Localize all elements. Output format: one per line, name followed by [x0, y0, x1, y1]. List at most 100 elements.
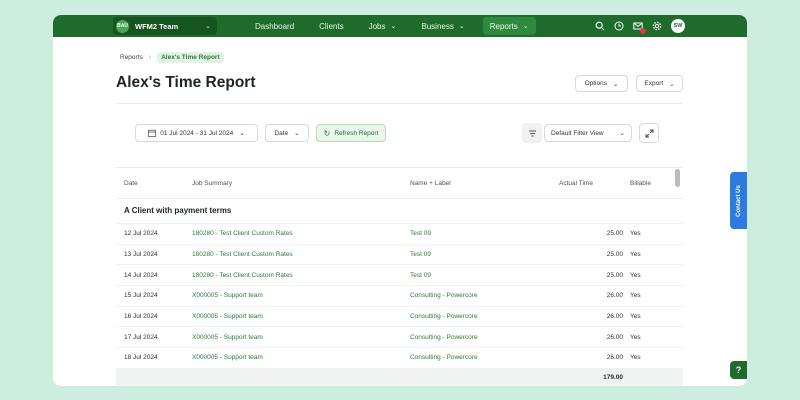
nav-business[interactable]: Business ⌄: [421, 17, 464, 35]
cell-time: 25.00: [606, 230, 623, 238]
table-row: 13 Jul 2024 180280 - Test Client Custom …: [116, 243, 683, 265]
calendar-icon: [148, 129, 157, 137]
nav-dashboard-label: Dashboard: [255, 21, 295, 31]
table-header: Date Job Summary Name + Label Actual Tim…: [116, 168, 683, 199]
cell-name-link[interactable]: Consulting - Powercore: [410, 334, 478, 341]
cell-name-link[interactable]: Test 09: [410, 272, 431, 279]
cell-name-link[interactable]: Test 09: [410, 251, 431, 258]
app-window: BAU WFM2 Team ⌄ Dashboard Clients Jobs ⌄ …: [53, 15, 747, 386]
expand-icon[interactable]: [639, 123, 659, 143]
nav-links: Dashboard Clients Jobs ⌄ Business ⌄ Report…: [255, 17, 561, 35]
chevron-down-icon: ⌄: [390, 23, 397, 30]
cell-billable: Yes: [630, 354, 641, 362]
filter-bar: 01 Jul 2024 - 31 Jul 2024 ⌄ Date ⌄ ↻ Refre…: [135, 123, 664, 145]
nav-reports[interactable]: Reports ⌄: [482, 17, 536, 35]
options-button[interactable]: Options ⌄: [575, 75, 628, 92]
cell-name-link[interactable]: Consulting - Powercore: [410, 354, 478, 361]
cell-date: 13 Jul 2024: [124, 251, 158, 259]
cell-time: 26.00: [606, 292, 623, 300]
refresh-icon: ↻: [323, 128, 331, 138]
chevron-down-icon: ⌄: [205, 23, 211, 30]
header-job-summary[interactable]: Job Summary: [192, 180, 232, 187]
nav-reports-label: Reports: [489, 21, 518, 31]
clock-icon[interactable]: [613, 20, 625, 32]
cell-job-link[interactable]: 180280 - Test Client Custom Rates: [192, 251, 293, 258]
total-row: 179.00: [116, 367, 683, 386]
filter-view-value: Default Filter View: [551, 129, 604, 137]
nav-dashboard[interactable]: Dashboard: [255, 17, 294, 35]
table-row: 14 Jul 2024 180280 - Test Client Custom …: [116, 264, 683, 285]
top-navigation: BAU WFM2 Team ⌄ Dashboard Clients Jobs ⌄ …: [53, 15, 747, 37]
cell-job-link[interactable]: X000005 - Support team: [192, 292, 263, 299]
cell-billable: Yes: [630, 251, 641, 259]
nav-jobs-label: Jobs: [368, 21, 386, 31]
help-button[interactable]: ?: [730, 361, 747, 379]
table-row: 18 Jul 2024 X000005 - Support team Consu…: [116, 347, 683, 368]
divider: [116, 103, 683, 104]
cell-date: 18 Jul 2024: [124, 354, 158, 362]
export-button[interactable]: Export ⌄: [636, 75, 683, 92]
settings-icon[interactable]: [651, 20, 663, 32]
refresh-label: Refresh Report: [334, 129, 379, 137]
table-row: 15 Jul 2024 X000005 - Support team Consu…: [116, 285, 683, 306]
cell-date: 14 Jul 2024: [124, 271, 158, 279]
table-row: 12 Jul 2024 180280 - Test Client Custom …: [116, 223, 683, 244]
date-filter-label: Date: [274, 129, 289, 137]
team-logo: BAU: [116, 19, 129, 33]
cell-job-link[interactable]: 180280 - Test Client Custom Rates: [192, 272, 293, 279]
nav-jobs[interactable]: Jobs ⌄: [369, 17, 397, 35]
header-name-label[interactable]: Name + Label: [410, 180, 451, 187]
cell-date: 17 Jul 2024: [124, 333, 158, 341]
cell-billable: Yes: [630, 313, 641, 321]
cell-job-link[interactable]: X000005 - Support team: [192, 313, 263, 320]
nav-business-label: Business: [421, 21, 454, 31]
team-name: WFM2 Team: [135, 21, 179, 31]
date-range-picker[interactable]: 01 Jul 2024 - 31 Jul 2024 ⌄: [135, 124, 258, 142]
mail-icon[interactable]: [632, 20, 646, 34]
nav-clients[interactable]: Clients: [319, 17, 343, 35]
page-title: Alex's Time Report: [116, 74, 256, 91]
cell-date: 15 Jul 2024: [124, 292, 158, 300]
cell-date: 16 Jul 2024: [124, 313, 158, 321]
table-row: 17 Jul 2024 X000005 - Support team Consu…: [116, 326, 683, 347]
table-row: 16 Jul 2024 X000005 - Support team Consu…: [116, 305, 683, 327]
cell-time: 25.00: [606, 271, 623, 279]
date-filter-button[interactable]: Date ⌄: [265, 124, 309, 142]
report-content: Reports › Alex's Time Report Alex's Time…: [116, 37, 683, 386]
cell-time: 26.00: [606, 354, 623, 362]
cell-time: 25.00: [606, 251, 623, 259]
cell-job-link[interactable]: 180280 - Test Client Custom Rates: [192, 230, 293, 237]
contact-us-tab[interactable]: Contact Us: [730, 172, 747, 229]
total-time: 179.00: [603, 374, 623, 382]
breadcrumb-current: Alex's Time Report: [157, 52, 224, 63]
header-actual-time[interactable]: Actual Time: [559, 180, 593, 187]
team-switcher[interactable]: BAU WFM2 Team ⌄: [113, 17, 217, 35]
chevron-down-icon: ⌄: [239, 130, 245, 137]
cell-time: 26.00: [606, 313, 623, 321]
cell-billable: Yes: [630, 333, 641, 341]
search-icon[interactable]: [594, 20, 606, 32]
breadcrumb: Reports › Alex's Time Report: [120, 52, 224, 63]
chevron-right-icon: ›: [148, 54, 152, 61]
cell-name-link[interactable]: Consulting - Powercore: [410, 292, 478, 299]
filter-view-select[interactable]: Default Filter View ⌄: [544, 124, 632, 142]
cell-name-link[interactable]: Consulting - Powercore: [410, 313, 478, 320]
breadcrumb-reports[interactable]: Reports: [120, 54, 143, 61]
cell-billable: Yes: [630, 292, 641, 300]
refresh-report-button[interactable]: ↻ Refresh Report: [316, 124, 386, 142]
chevron-down-icon: ⌄: [458, 23, 465, 30]
header-billable[interactable]: Billable: [630, 180, 651, 187]
chevron-down-icon: ⌄: [669, 80, 675, 88]
chevron-down-icon: ⌄: [522, 23, 529, 30]
report-table: Date Job Summary Name + Label Actual Tim…: [116, 167, 683, 386]
cell-job-link[interactable]: X000005 - Support team: [192, 354, 263, 361]
header-date[interactable]: Date: [124, 180, 138, 187]
filter-icon[interactable]: [522, 123, 542, 143]
nav-clients-label: Clients: [319, 21, 344, 31]
contact-us-label: Contact Us: [735, 184, 742, 217]
cell-billable: Yes: [630, 271, 641, 279]
cell-job-link[interactable]: X000005 - Support team: [192, 334, 263, 341]
cell-name-link[interactable]: Test 09: [410, 230, 431, 237]
scrollbar[interactable]: [675, 169, 680, 187]
user-avatar[interactable]: SW: [671, 19, 685, 33]
